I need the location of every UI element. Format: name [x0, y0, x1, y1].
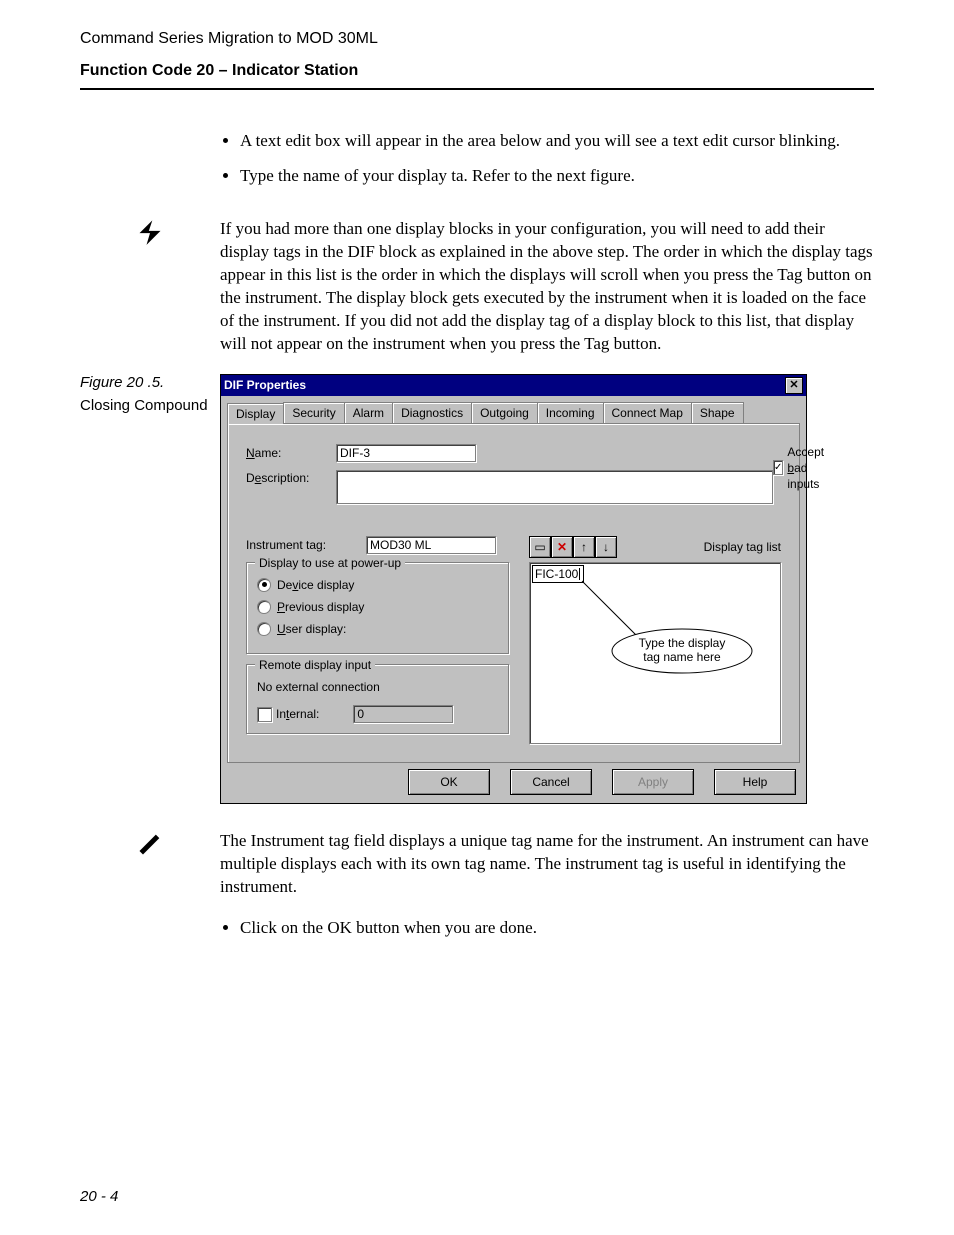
tab-shape[interactable]: Shape: [691, 402, 744, 423]
lightning-icon: [136, 218, 164, 251]
display-tag-list-label: Display tag list: [704, 539, 781, 555]
bottom-bullet-list: Click on the OK button when you are done…: [220, 917, 874, 940]
tab-strip: Display Security Alarm Diagnostics Outgo…: [221, 396, 806, 423]
description-field[interactable]: [336, 470, 773, 504]
bullet-item: Type the name of your display ta. Refer …: [240, 165, 874, 188]
svg-text:tag name here: tag name here: [643, 650, 721, 664]
tab-outgoing[interactable]: Outgoing: [471, 402, 538, 423]
apply-button[interactable]: Apply: [612, 769, 694, 795]
cancel-button[interactable]: Cancel: [510, 769, 592, 795]
tab-panel: Name: Description: ✓ Accept bad inputs: [227, 423, 800, 764]
ok-button[interactable]: OK: [408, 769, 490, 795]
close-icon[interactable]: ✕: [785, 377, 803, 394]
bullet-item: A text edit box will appear in the area …: [240, 130, 874, 153]
pencil-icon: [136, 830, 164, 863]
dialog-title: DIF Properties: [224, 377, 306, 393]
display-tag-list[interactable]: FIC-100 Type the display tag name here: [529, 562, 781, 744]
figure-number: Figure 20 .5.: [80, 374, 220, 391]
tab-connect-map[interactable]: Connect Map: [603, 402, 692, 423]
tab-alarm[interactable]: Alarm: [344, 402, 393, 423]
description-label: Description:: [246, 470, 336, 486]
instrument-tag-label: Instrument tag:: [246, 537, 366, 553]
move-down-icon[interactable]: ↓: [595, 536, 617, 558]
name-field[interactable]: [336, 444, 476, 462]
move-up-icon[interactable]: ↑: [573, 536, 595, 558]
name-label: Name:: [246, 445, 336, 461]
bullet-item: Click on the OK button when you are done…: [240, 917, 874, 940]
top-bullet-list: A text edit box will appear in the area …: [220, 130, 874, 188]
help-button[interactable]: Help: [714, 769, 796, 795]
pencil-note-text: The Instrument tag field displays a uniq…: [220, 830, 874, 899]
page-number: 20 - 4: [80, 1188, 118, 1205]
section-title: Function Code 20 – Indicator Station: [80, 62, 874, 80]
svg-text:Type the display: Type the display: [639, 636, 726, 650]
dif-properties-dialog: DIF Properties ✕ Display Security Alarm …: [220, 374, 807, 805]
remote-groupbox: Remote display input No external connect…: [246, 664, 509, 734]
dialog-titlebar[interactable]: DIF Properties ✕: [221, 375, 806, 396]
lightning-note-text: If you had more than one display blocks …: [220, 218, 874, 356]
tab-incoming[interactable]: Incoming: [537, 402, 604, 423]
accept-bad-inputs-checkbox[interactable]: ✓ Accept bad inputs: [773, 444, 829, 493]
powerup-group-title: Display to use at power-up: [255, 555, 405, 571]
instrument-tag-field[interactable]: [366, 536, 496, 554]
internal-checkbox[interactable]: Internal:: [257, 705, 498, 723]
internal-field: [353, 705, 453, 723]
radio-previous-display[interactable]: Previous display: [257, 599, 498, 615]
tab-diagnostics[interactable]: Diagnostics: [392, 402, 472, 423]
doc-title: Command Series Migration to MOD 30ML: [80, 30, 874, 48]
tab-display[interactable]: Display: [227, 403, 284, 424]
new-item-icon[interactable]: ▭: [529, 536, 551, 558]
header-rule: [80, 88, 874, 90]
tag-edit-cell[interactable]: FIC-100: [532, 565, 584, 583]
accept-bad-inputs-label: Accept bad inputs: [787, 444, 828, 493]
figure-caption: Closing Compound: [80, 397, 220, 414]
radio-device-display[interactable]: Device display: [257, 577, 498, 593]
remote-group-title: Remote display input: [255, 657, 375, 673]
delete-item-icon[interactable]: ✕: [551, 536, 573, 558]
tab-security[interactable]: Security: [283, 402, 344, 423]
callout-annotation: Type the display tag name here: [582, 621, 762, 695]
remote-text: No external connection: [257, 679, 498, 695]
powerup-groupbox: Display to use at power-up Device displa…: [246, 562, 509, 655]
radio-user-display[interactable]: User display:: [257, 621, 498, 637]
